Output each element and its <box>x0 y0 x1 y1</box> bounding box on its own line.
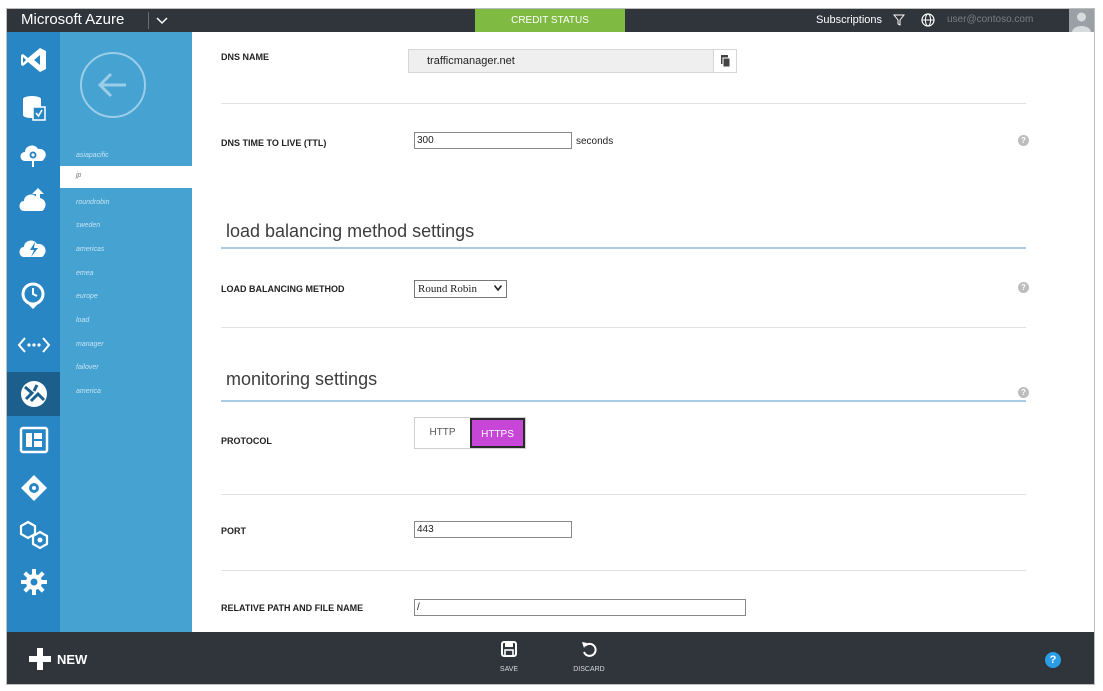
avatar[interactable] <box>1069 9 1094 32</box>
profile-list-item[interactable]: asiapacific <box>76 152 109 159</box>
nav-item-active-directory[interactable] <box>7 468 60 508</box>
help-icon[interactable]: ? <box>1018 135 1029 146</box>
nav-item-mobile-services[interactable] <box>7 228 60 268</box>
command-bar: NEW SAVE DISCARD ? <box>7 632 1094 684</box>
chevron-down-icon <box>494 285 502 291</box>
nav-item-networks[interactable] <box>7 515 60 555</box>
protocol-label: PROTOCOL <box>221 436 272 446</box>
port-label: PORT <box>221 526 247 536</box>
cloud-upload-icon <box>19 188 46 211</box>
profile-list-item[interactable]: roundrobin <box>76 199 109 206</box>
network-icon <box>19 520 48 550</box>
undo-icon <box>582 642 597 657</box>
globe-icon[interactable] <box>921 13 935 27</box>
profile-list-item[interactable]: load <box>76 317 89 324</box>
arrow-left-icon <box>97 72 126 98</box>
profile-list-item[interactable]: sweden <box>76 222 100 229</box>
lb-method-select[interactable]: Round Robin <box>414 280 507 298</box>
profile-list-item[interactable]: failover <box>76 364 99 371</box>
chevron-down-icon[interactable] <box>155 13 169 27</box>
service-nav <box>7 32 60 632</box>
nav-item-sql-database[interactable] <box>7 88 60 128</box>
save-button[interactable]: SAVE <box>479 640 539 673</box>
filter-icon[interactable] <box>893 14 905 26</box>
monitoring-section-title: monitoring settings <box>226 369 378 389</box>
protocol-https-option[interactable]: HTTPS <box>470 418 525 448</box>
dns-name-label: DNS NAME <box>221 52 270 62</box>
section-underline <box>221 400 1026 402</box>
subscriptions-link[interactable]: Subscriptions <box>816 14 882 26</box>
nav-item-cloud-upload[interactable] <box>7 180 60 220</box>
copy-button[interactable] <box>713 50 736 72</box>
new-button[interactable]: NEW <box>29 648 87 670</box>
profile-list-item[interactable]: manager <box>76 341 104 348</box>
profile-list-item[interactable]: emea <box>76 270 94 277</box>
settings-icon <box>20 569 47 595</box>
azure-portal-window: Microsoft Azure CREDIT STATUS Subscripti… <box>6 8 1095 685</box>
dns-ttl-input[interactable]: 300 <box>414 132 572 149</box>
divider <box>221 103 1026 104</box>
help-icon[interactable]: ? <box>1018 282 1029 293</box>
profile-list-item[interactable]: europe <box>76 293 98 300</box>
profile-list-item[interactable]: america <box>76 388 101 395</box>
dns-name-field: trafficmanager.net <box>408 49 737 73</box>
dns-ttl-label: DNS TIME TO LIVE (TTL) <box>221 138 327 148</box>
nav-item-visual-studio[interactable] <box>7 40 60 80</box>
database-icon <box>22 96 46 121</box>
copy-icon <box>721 55 731 68</box>
section-underline <box>221 247 1026 249</box>
lb-method-label: LOAD BALANCING METHOD <box>221 284 345 294</box>
discard-button[interactable]: DISCARD <box>559 640 619 673</box>
directory-icon <box>20 475 47 501</box>
plus-icon <box>29 648 51 670</box>
nav-item-media-services[interactable] <box>7 420 60 460</box>
save-button-label: SAVE <box>499 666 519 673</box>
nav-item-settings[interactable] <box>7 562 60 602</box>
nav-item-cloud-services[interactable] <box>7 134 60 174</box>
relative-path-label: RELATIVE PATH AND FILE NAME <box>221 603 364 613</box>
divider <box>221 494 1026 495</box>
lb-method-value: Round Robin <box>418 283 477 295</box>
save-icon <box>501 641 517 657</box>
nav-item-traffic-manager[interactable] <box>7 372 60 416</box>
nav-item-scheduler[interactable] <box>7 276 60 316</box>
relative-path-input[interactable]: / <box>414 599 746 616</box>
media-icon <box>19 426 48 454</box>
help-icon[interactable]: ? <box>1018 387 1029 398</box>
back-button[interactable] <box>80 52 146 118</box>
discard-button-label: DISCARD <box>573 666 605 673</box>
credit-status-button[interactable]: CREDIT STATUS <box>475 9 625 32</box>
user-avatar-icon <box>1072 12 1091 32</box>
protocol-toggle: HTTP HTTPS <box>414 417 526 449</box>
lb-section-title: load balancing method settings <box>226 221 475 241</box>
port-input[interactable]: 443 <box>414 521 572 538</box>
traffic-manager-icon <box>20 381 47 407</box>
profile-list-item-selected[interactable]: jp <box>60 166 192 188</box>
visual-studio-icon <box>20 48 46 72</box>
new-button-label: NEW <box>57 651 88 667</box>
configure-form: DNS NAME trafficmanager.net DNS TIME TO … <box>192 32 1094 632</box>
protocol-http-option[interactable]: HTTP <box>415 418 470 448</box>
dns-name-value: trafficmanager.net <box>427 55 515 67</box>
cloud-lightning-icon <box>19 240 46 257</box>
clock-icon <box>21 282 44 309</box>
divider <box>221 570 1026 571</box>
profile-list-item-label: jp <box>76 172 82 179</box>
brand-divider <box>148 12 149 29</box>
brand-title[interactable]: Microsoft Azure <box>21 11 124 28</box>
profile-list-panel: asiapacific jp roundrobin sweden america… <box>60 32 192 632</box>
top-bar: Microsoft Azure CREDIT STATUS Subscripti… <box>7 9 1094 32</box>
api-icon <box>17 337 50 353</box>
nav-item-api-management[interactable] <box>7 325 60 365</box>
divider <box>221 327 1026 328</box>
user-account-label[interactable]: user@contoso.com <box>947 14 1033 25</box>
cloud-services-icon <box>20 145 46 167</box>
profile-list-item[interactable]: americas <box>76 246 104 253</box>
dns-ttl-unit: seconds <box>576 136 614 147</box>
help-button[interactable]: ? <box>1045 652 1061 668</box>
